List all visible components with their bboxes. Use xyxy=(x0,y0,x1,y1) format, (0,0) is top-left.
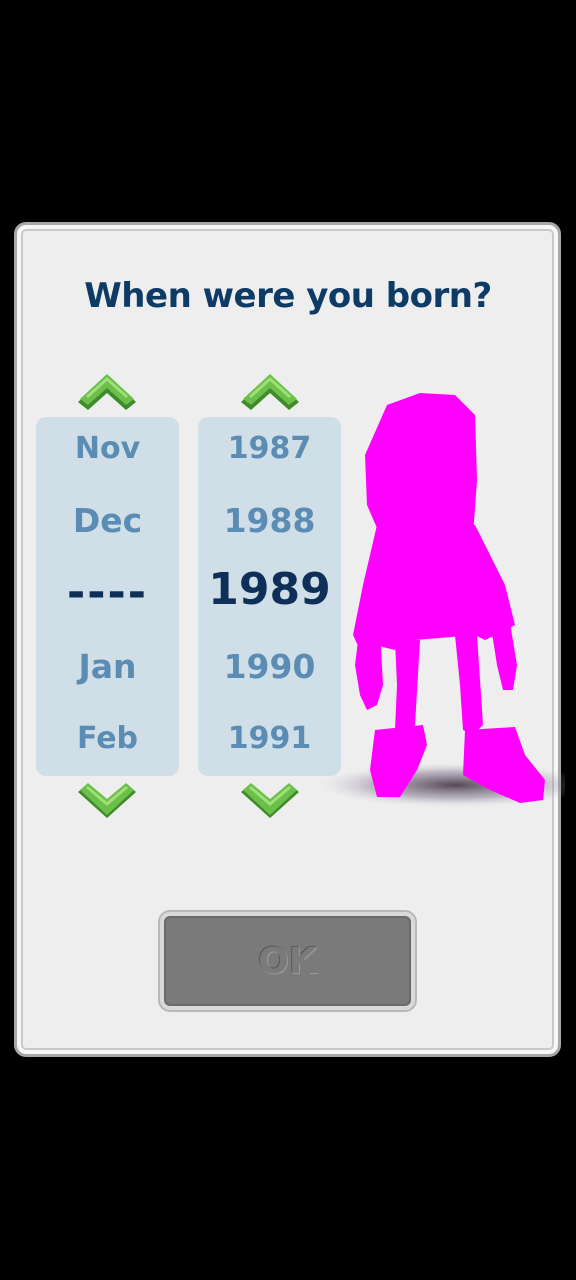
ok-button[interactable]: OK xyxy=(160,912,415,1010)
ok-button-label: OK xyxy=(258,940,317,982)
month-picker[interactable]: Nov Dec ---- Jan Feb xyxy=(36,417,179,776)
dialog-title: When were you born? xyxy=(84,276,492,316)
month-item[interactable]: Jan xyxy=(36,647,179,686)
character-silhouette xyxy=(320,393,565,807)
year-down-chevron-icon[interactable] xyxy=(235,778,305,826)
month-down-chevron-icon[interactable] xyxy=(72,778,142,826)
month-up-chevron-icon[interactable] xyxy=(72,368,142,416)
year-up-chevron-icon[interactable] xyxy=(235,368,305,416)
month-item[interactable]: Feb xyxy=(36,721,179,756)
month-item[interactable]: Nov xyxy=(36,431,179,466)
month-item[interactable]: Dec xyxy=(36,501,179,540)
month-item-selected[interactable]: ---- xyxy=(36,567,179,618)
